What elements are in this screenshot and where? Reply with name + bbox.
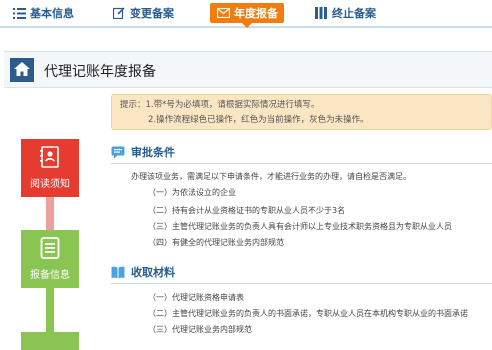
materials-section-title: 收取材料: [131, 266, 175, 279]
tab-change-filing[interactable]: 变更备案: [112, 3, 174, 23]
tab-termination-filing[interactable]: 终止备案: [314, 3, 376, 23]
materials-item: （三）代理记账业务内部规范: [148, 325, 252, 334]
tab-basic-info[interactable]: 基本信息: [12, 3, 74, 23]
approval-item: （三）主管代理记账业务的负责人具有会计师以上专业技术职务资格且为专职从业人员: [148, 222, 452, 231]
tab-label: 基本信息: [30, 7, 74, 20]
top-tab-bar: 基本信息 变更备案 年度报备 终止备案: [0, 0, 492, 28]
step-connector: [46, 288, 54, 332]
tab-label: 终止备案: [332, 7, 376, 20]
approval-item: （四）有健全的代理记账业务内部规范: [148, 238, 284, 247]
tab-label: 变更备案: [130, 7, 174, 20]
approval-section-header: 审批条件: [111, 144, 175, 160]
chat-icon: [111, 145, 125, 159]
tip-box: 提示：1.带*号为必填项，请根据实际情况进行填写。 2.操作流程绿色已操作，红色…: [111, 94, 492, 130]
approval-item: （二）持有会计从业资格证书的专职从业人员不少于3名: [148, 206, 346, 215]
materials-item: （一）代理记账资格申请表: [148, 293, 244, 302]
tip-line-2: 2.操作流程绿色已操作，红色为当前操作，灰色为未操作。: [148, 115, 369, 125]
step-label: 报备信息: [30, 270, 70, 281]
materials-section-header: 收取材料: [111, 264, 175, 280]
page-title: 代理记账年度报备: [44, 64, 156, 80]
list-icon: [12, 7, 26, 19]
tip-line-1: 提示：1.带*号为必填项，请根据实际情况进行填写。: [120, 100, 320, 110]
home-button[interactable]: [10, 58, 34, 82]
approval-item: （一）为依法设立的企业: [148, 188, 236, 197]
edit-icon: [112, 7, 126, 19]
step-label: 阅读须知: [30, 179, 70, 190]
page-header: 代理记账年度报备: [4, 51, 492, 88]
book-icon: [111, 265, 125, 279]
step-read-notice[interactable]: 阅读须知: [21, 139, 79, 197]
notebook-icon: [40, 146, 60, 171]
document-icon: [40, 237, 60, 262]
columns-icon: [314, 7, 328, 19]
materials-item: （二）主管代理记账业务的负责人的书面承诺，专职从业人员在本机构专职从业的书面承诺: [148, 309, 468, 318]
step-next: [21, 332, 79, 350]
tab-label: 年度报备: [234, 7, 278, 20]
home-icon: [14, 61, 30, 80]
divider: [111, 283, 492, 284]
divider: [111, 163, 492, 164]
tab-annual-filing[interactable]: 年度报备: [210, 3, 284, 28]
approval-section-title: 审批条件: [131, 146, 175, 159]
mail-icon: [216, 7, 230, 19]
step-connector: [46, 197, 54, 230]
approval-intro: 办理该项业务，需满足以下申请条件，才能进行业务的办理，请自检是否满足。: [131, 172, 411, 181]
step-report-info[interactable]: 报备信息: [21, 230, 79, 288]
